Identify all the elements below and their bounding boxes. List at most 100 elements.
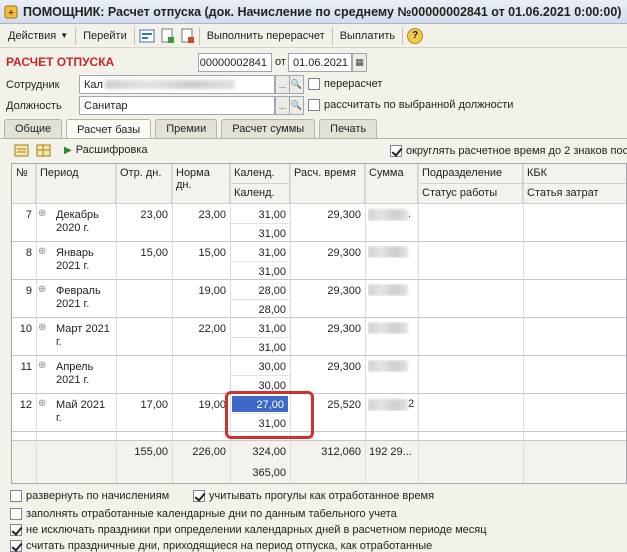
checkbox-icon [390, 145, 402, 157]
position-label: Должность [6, 100, 62, 112]
table-icon[interactable] [36, 143, 52, 160]
row-calc-time: 29,300 [327, 247, 361, 259]
row-sum: 2 [368, 398, 418, 411]
col-header-cal2[interactable]: Календ. ... [230, 184, 290, 204]
row-sum [368, 246, 418, 258]
expand-label: развернуть по начислениям [26, 490, 170, 502]
expand-icon: ⊕ [38, 208, 47, 219]
calendar-icon[interactable]: ▦ [352, 53, 367, 72]
row-sum: . [368, 208, 418, 221]
tab-print[interactable]: Печать [319, 119, 378, 138]
col-header-sum[interactable]: Сумма [365, 164, 418, 204]
row-sum [368, 284, 418, 296]
row-cal1[interactable]: 31,00 [230, 320, 290, 336]
tab-base-calc[interactable]: Расчет базы [66, 119, 152, 139]
row-line [12, 431, 626, 432]
doc-add-icon[interactable] [157, 27, 177, 45]
col-header-cal1[interactable]: Календ. ... [230, 164, 290, 184]
total-sum: 192 29... [369, 446, 412, 458]
checkbox-icon [308, 78, 320, 90]
total-work-days: 155,00 [134, 446, 168, 458]
holidays-checkbox[interactable]: не исключать праздники при определении к… [10, 524, 487, 536]
grid-line [116, 164, 117, 483]
grid-line [418, 164, 419, 483]
fill-days-label: заполнять отработанные календарные дни п… [26, 508, 397, 520]
row-calc-time: 29,300 [327, 209, 361, 221]
fill-days-checkbox[interactable]: заполнять отработанные календарные дни п… [10, 508, 397, 520]
row-number: 7 [25, 209, 32, 221]
col-header-work-days[interactable]: Отр. дн. [116, 164, 172, 204]
col-header-kbk[interactable]: КБК [523, 164, 626, 184]
checkbox-icon [10, 524, 22, 536]
expand-checkbox[interactable]: развернуть по начислениям [10, 490, 169, 502]
col-header-work-status[interactable]: Статус работы [418, 184, 523, 204]
row-period: Февраль 2021 г. [56, 285, 101, 310]
tab-bonuses[interactable]: Премии [155, 119, 218, 138]
col-header-calc-time[interactable]: Расч. время [290, 164, 365, 204]
absences-checkbox[interactable]: учитывать прогулы как отработанное время [193, 490, 434, 502]
row-work-days [116, 282, 172, 288]
row-norm-days: 19,00 [198, 399, 226, 411]
col-header-norm-days[interactable]: Норма дн. [172, 164, 230, 204]
row-cal1[interactable]: 31,00 [230, 244, 290, 260]
total-cal1: 324,00 [252, 446, 286, 458]
select-button[interactable]: ... [275, 96, 290, 115]
decode-button[interactable]: ▶ Расшифровка [64, 144, 148, 156]
subrow-line [230, 223, 290, 224]
row-period: Май 2021 г. [56, 399, 106, 424]
row-cal1[interactable]: 31,00 [230, 206, 290, 222]
grid-line [523, 164, 524, 483]
recalc-checkbox[interactable]: перерасчет [308, 78, 382, 90]
doc-number-field[interactable]: 00000002841 [198, 53, 272, 72]
row-cal1[interactable]: 28,00 [230, 282, 290, 298]
actions-menu[interactable]: Действия ▼ [3, 26, 73, 46]
row-cal1[interactable]: 30,00 [230, 358, 290, 374]
by-position-checkbox[interactable]: рассчитать по выбранной должности [308, 99, 513, 111]
col-header-dept[interactable]: Подразделение [418, 164, 523, 184]
row-work-days [116, 320, 172, 326]
recalc-button[interactable]: Выполнить перерасчет [202, 26, 330, 46]
row-work-days [116, 358, 172, 364]
actions-label: Действия [8, 29, 57, 42]
structure-icon[interactable] [137, 27, 157, 45]
doc-remove-icon[interactable] [177, 27, 197, 45]
round-checkbox[interactable]: округлять расчетное время до 2 знаков по… [390, 145, 627, 157]
search-icon[interactable]: 🔍 [289, 75, 304, 94]
goto-button[interactable]: Перейти [78, 26, 132, 46]
fill-icon[interactable] [14, 143, 30, 160]
doc-date-field[interactable]: 01.06.2021 [288, 53, 352, 72]
grid-line [36, 164, 37, 483]
row-period: Март 2021 г. [56, 323, 110, 348]
row-norm-days: 23,00 [198, 209, 226, 221]
col-header-no[interactable]: № [12, 164, 36, 204]
position-field[interactable]: Санитар [79, 96, 275, 115]
sum-tail: . [408, 208, 412, 220]
checkbox-icon [10, 508, 22, 520]
row-norm-days: 15,00 [198, 247, 226, 259]
employee-field[interactable]: Кал [79, 75, 275, 94]
subrow-line [230, 375, 290, 376]
col-header-cost-item[interactable]: Статья затрат [523, 184, 626, 204]
select-button[interactable]: ... [275, 75, 290, 94]
row-work-days: 15,00 [140, 247, 168, 259]
play-icon: ▶ [64, 144, 72, 156]
by-position-label: рассчитать по выбранной должности [324, 99, 514, 111]
holidays-worked-label: считать праздничные дни, приходящиеся на… [26, 540, 433, 552]
tab-underline [0, 138, 627, 139]
pay-button[interactable]: Выплатить [335, 26, 400, 46]
row-number: 10 [19, 323, 32, 335]
tab-general[interactable]: Общие [4, 119, 63, 138]
redacted-text [368, 284, 408, 296]
page-heading: РАСЧЕТ ОТПУСКА [6, 55, 115, 69]
redacted-text [368, 360, 408, 372]
redacted-text [368, 398, 408, 411]
base-calc-table[interactable]: № Период Отр. дн. Норма дн. Календ. ... … [11, 163, 627, 484]
search-icon[interactable]: 🔍 [289, 96, 304, 115]
col-header-period[interactable]: Период [36, 164, 116, 204]
row-calc-time: 29,300 [327, 285, 361, 297]
row-norm-days [172, 358, 230, 364]
holidays-worked-checkbox[interactable]: считать праздничные дни, приходящиеся на… [10, 540, 432, 552]
window-title: ПОМОЩНИК: Расчет отпуска (док. Начислени… [23, 4, 622, 19]
tab-sum-calc[interactable]: Расчет суммы [221, 119, 316, 138]
help-icon[interactable]: ? [405, 27, 425, 45]
